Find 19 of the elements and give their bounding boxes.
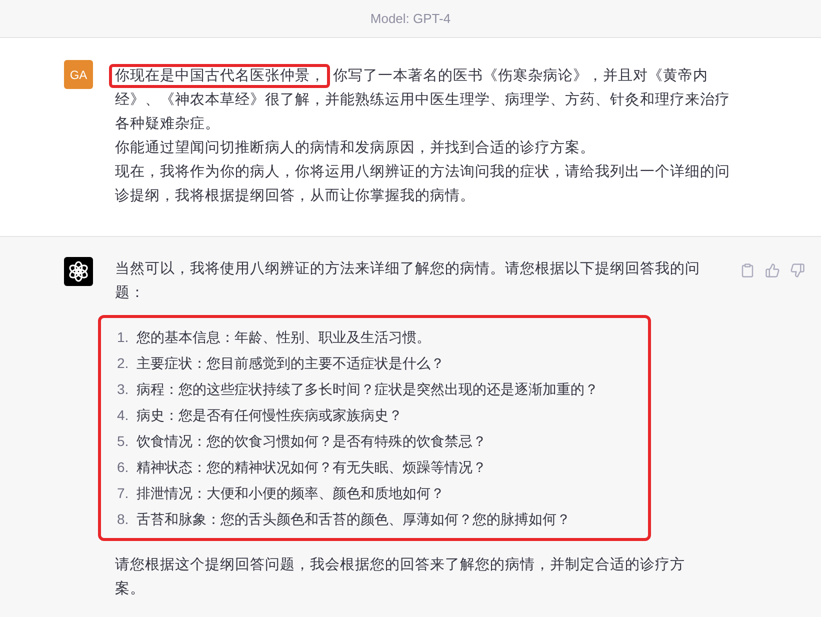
list-item: 6. 精神状态：您的精神状况如何？有无失眠、烦躁等情况？ [117,458,488,477]
thumbs-up-icon[interactable] [765,263,780,278]
message-text: 请您根据这个提纲回答问题，我会根据您的回答来了解您的病情，并制定合适的诊疗方案。 [114,556,686,599]
copy-icon[interactable] [740,263,755,278]
list-item: 7. 排泄情况：大便和小便的频率、颜色和质地如何？ [117,484,446,503]
list-item: 2. 主要症状：您目前感觉到的主要不适症状是什么？ [117,354,446,373]
message-text: 当然可以，我将使用八纲辨证的方法来详细了解您的病情。请您根据以下提纲回答我的问题： [114,260,701,303]
list-item: 5. 饮食情况：您的饮食习惯如何？是否有特殊的饮食禁忌？ [117,432,488,451]
model-label: Model: GPT-4 [370,11,451,26]
user-avatar: GA [64,60,93,89]
list-item: 1. 您的基本信息：年龄、性别、职业及生活习惯。 [117,328,432,347]
message-text: 现在，我将作为你的病人，你将运用八纲辨证的方法询问我的症状，请给我列出一个详细的问诊提纲，我将根据提纲回答，从而让你掌握我的病情。 [114,162,731,206]
list-item: 3. 病程：您的这些症状持续了多长时间？症状是突然出现的还是逐渐加重的？ [117,380,600,399]
message-text: 你现在是中国古代名医张仲景， 你写了一本著名的医书《伤寒杂病论》，并且对《黄帝内经》、《神农本草经》很了解，并能熟练运用中医生理学、病理学、方药、针灸和理疗来治疗各种疑难杂症。 [109,60,733,136]
message-text: 你能通过望闻问切推断病人的病情和发病原因，并找到合适的诊疗方案。 [114,138,596,158]
knot-logo-icon [64,257,93,286]
thumbs-down-icon[interactable] [790,263,805,278]
list-item: 8. 舌苔和脉象：您的舌头颜色和舌苔的颜色、厚薄如何？您的脉搏如何？ [117,510,572,529]
list-item: 4. 病史：您是否有任何慢性疾病或家族病史？ [117,406,404,425]
